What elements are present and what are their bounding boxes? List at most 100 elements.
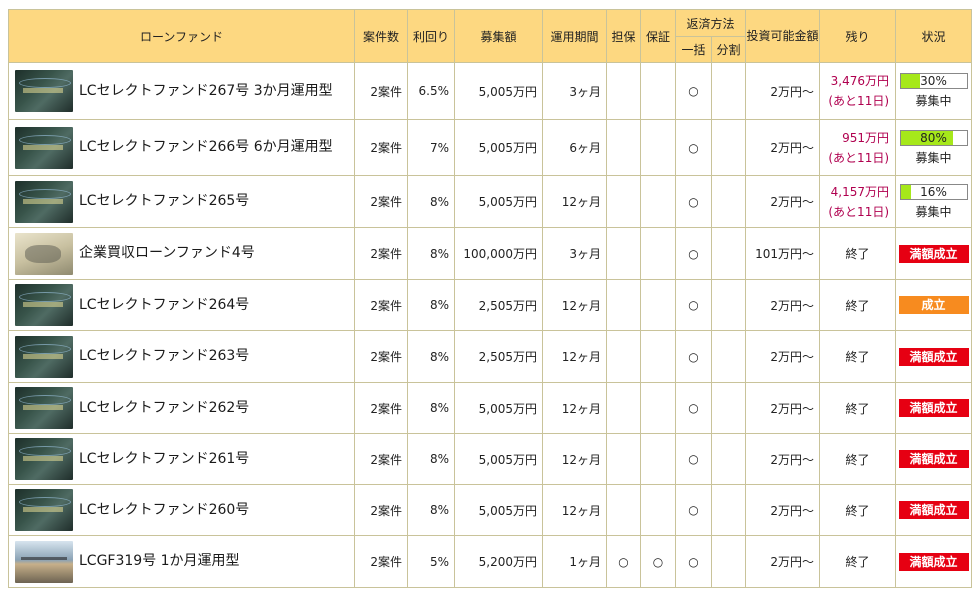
collateral-cell: [606, 484, 641, 536]
table-row[interactable]: 企業買収ローンファンド4号 2案件 8% 100,000万円 3ヶ月 ○ 101…: [8, 227, 973, 280]
collateral-cell: [606, 279, 641, 331]
min-invest-cell: 2万円〜: [745, 433, 821, 485]
yield-cell: 8%: [407, 227, 455, 280]
header-lump: 一括: [675, 36, 712, 63]
fund-name-link[interactable]: LCセレクトファンド262号: [79, 398, 249, 419]
table-row[interactable]: LCセレクトファンド265号 2案件 8% 5,005万円 12ヶ月 ○ 2万円…: [8, 175, 973, 228]
table-row[interactable]: LCセレクトファンド263号 2案件 8% 2,505万円 12ヶ月 ○ 2万円…: [8, 330, 973, 383]
table-row[interactable]: LCセレクトファンド264号 2案件 8% 2,505万円 12ヶ月 ○ 2万円…: [8, 279, 973, 331]
cases-cell: 2案件: [354, 62, 408, 120]
collateral-cell: [606, 227, 641, 280]
yield-cell: 8%: [407, 175, 455, 228]
fund-cell[interactable]: 企業買収ローンファンド4号: [8, 227, 355, 280]
fund-name-link[interactable]: LCセレクトファンド260号: [79, 500, 249, 521]
amount-cell: 100,000万円: [454, 227, 543, 280]
guarantee-cell: [640, 175, 676, 228]
status-badge: 満額成立: [898, 347, 969, 366]
installment-cell: [710, 433, 747, 485]
amount-cell: 5,005万円: [454, 382, 543, 434]
fund-cell[interactable]: LCセレクトファンド262号: [8, 382, 355, 434]
table-row[interactable]: LCセレクトファンド262号 2案件 8% 5,005万円 12ヶ月 ○ 2万円…: [8, 382, 973, 434]
installment-cell: [710, 535, 747, 588]
period-cell: 12ヶ月: [542, 175, 607, 228]
fund-thumbnail[interactable]: [15, 70, 73, 112]
fund-thumbnail[interactable]: [15, 335, 73, 378]
amount-cell: 2,505万円: [454, 279, 543, 331]
fund-thumbnail[interactable]: [15, 438, 73, 480]
recruit-status: 募集中: [915, 150, 952, 165]
header-collateral: 担保: [606, 9, 641, 63]
status-cell: 満額成立: [895, 535, 973, 588]
fund-cell[interactable]: LCセレクトファンド265号: [8, 175, 355, 228]
amount-cell: 5,005万円: [454, 119, 543, 176]
fund-cell[interactable]: LCセレクトファンド263号: [8, 330, 355, 383]
fund-thumbnail[interactable]: [15, 126, 73, 169]
header-cases: 案件数: [354, 9, 408, 63]
progress-label: 80%: [920, 130, 947, 145]
yield-cell: 8%: [407, 382, 455, 434]
fund-name-link[interactable]: 企業買収ローンファンド4号: [79, 243, 255, 264]
period-cell: 12ヶ月: [542, 330, 607, 383]
remaining-days: (あと11日): [828, 150, 890, 165]
status-cell: 成立: [895, 279, 973, 331]
fund-name-link[interactable]: LCセレクトファンド265号: [79, 191, 249, 212]
fund-cell[interactable]: LCセレクトファンド267号 3か月運用型: [8, 62, 355, 120]
status-cell: 満額成立: [895, 330, 973, 383]
table-row[interactable]: LCセレクトファンド267号 3か月運用型 2案件 6.5% 5,005万円 3…: [8, 62, 973, 120]
yield-cell: 7%: [407, 119, 455, 176]
period-cell: 12ヶ月: [542, 484, 607, 536]
fund-thumbnail[interactable]: [15, 489, 73, 531]
yield-cell: 5%: [407, 535, 455, 588]
fund-name-link[interactable]: LCセレクトファンド264号: [79, 295, 249, 316]
table-row[interactable]: LCセレクトファンド260号 2案件 8% 5,005万円 12ヶ月 ○ 2万円…: [8, 484, 973, 536]
remaining-cell: 951万円 (あと11日): [819, 119, 897, 176]
fund-name-link[interactable]: LCセレクトファンド261号: [79, 449, 249, 470]
fund-cell[interactable]: LCセレクトファンド261号: [8, 433, 355, 485]
guarantee-cell: [640, 330, 676, 383]
period-cell: 12ヶ月: [542, 382, 607, 434]
header-yield: 利回り: [407, 9, 455, 63]
fund-name-link[interactable]: LCセレクトファンド263号: [79, 346, 249, 367]
remaining-amount: 951万円: [842, 130, 890, 145]
fund-name-link[interactable]: LCセレクトファンド267号 3か月運用型: [79, 81, 333, 102]
fund-cell[interactable]: LCセレクトファンド264号: [8, 279, 355, 331]
lump-cell: ○: [675, 484, 712, 536]
yield-cell: 8%: [407, 484, 455, 536]
fund-thumbnail[interactable]: [15, 180, 73, 223]
installment-cell: [710, 382, 747, 434]
header-amount: 募集額: [454, 9, 543, 63]
installment-cell: [710, 119, 747, 176]
period-cell: 1ヶ月: [542, 535, 607, 588]
status-cell: 満額成立: [895, 227, 973, 280]
progress-fill: [900, 74, 921, 88]
progress-bar: 16%: [899, 183, 968, 200]
min-invest-cell: 2万円〜: [745, 382, 821, 434]
fund-cell[interactable]: LCセレクトファンド260号: [8, 484, 355, 536]
fund-thumbnail[interactable]: [15, 387, 73, 429]
collateral-cell: [606, 433, 641, 485]
fund-cell[interactable]: LCセレクトファンド266号 6か月運用型: [8, 119, 355, 176]
fund-name-link[interactable]: LCGF319号 1か月運用型: [79, 551, 240, 572]
table-row[interactable]: LCセレクトファンド261号 2案件 8% 5,005万円 12ヶ月 ○ 2万円…: [8, 433, 973, 485]
header-period: 運用期間: [542, 9, 607, 63]
amount-cell: 2,505万円: [454, 330, 543, 383]
status-cell: 満額成立: [895, 433, 973, 485]
amount-cell: 5,005万円: [454, 62, 543, 120]
amount-cell: 5,005万円: [454, 175, 543, 228]
table-row[interactable]: LCセレクトファンド266号 6か月運用型 2案件 7% 5,005万円 6ヶ月…: [8, 119, 973, 176]
fund-thumbnail[interactable]: [15, 540, 73, 583]
min-invest-cell: 101万円〜: [745, 227, 821, 280]
amount-cell: 5,005万円: [454, 433, 543, 485]
table-row[interactable]: LCGF319号 1か月運用型 2案件 5% 5,200万円 1ヶ月 ○ ○ ○…: [8, 535, 973, 588]
fund-thumbnail[interactable]: [15, 284, 73, 326]
period-cell: 12ヶ月: [542, 279, 607, 331]
installment-cell: [710, 484, 747, 536]
remaining-cell: 終了: [819, 330, 897, 383]
cases-cell: 2案件: [354, 175, 408, 228]
fund-thumbnail[interactable]: [15, 232, 73, 275]
fund-cell[interactable]: LCGF319号 1か月運用型: [8, 535, 355, 588]
period-cell: 12ヶ月: [542, 433, 607, 485]
fund-name-link[interactable]: LCセレクトファンド266号 6か月運用型: [79, 137, 333, 158]
header-installment: 分割: [710, 36, 747, 63]
collateral-cell: ○: [606, 535, 641, 588]
